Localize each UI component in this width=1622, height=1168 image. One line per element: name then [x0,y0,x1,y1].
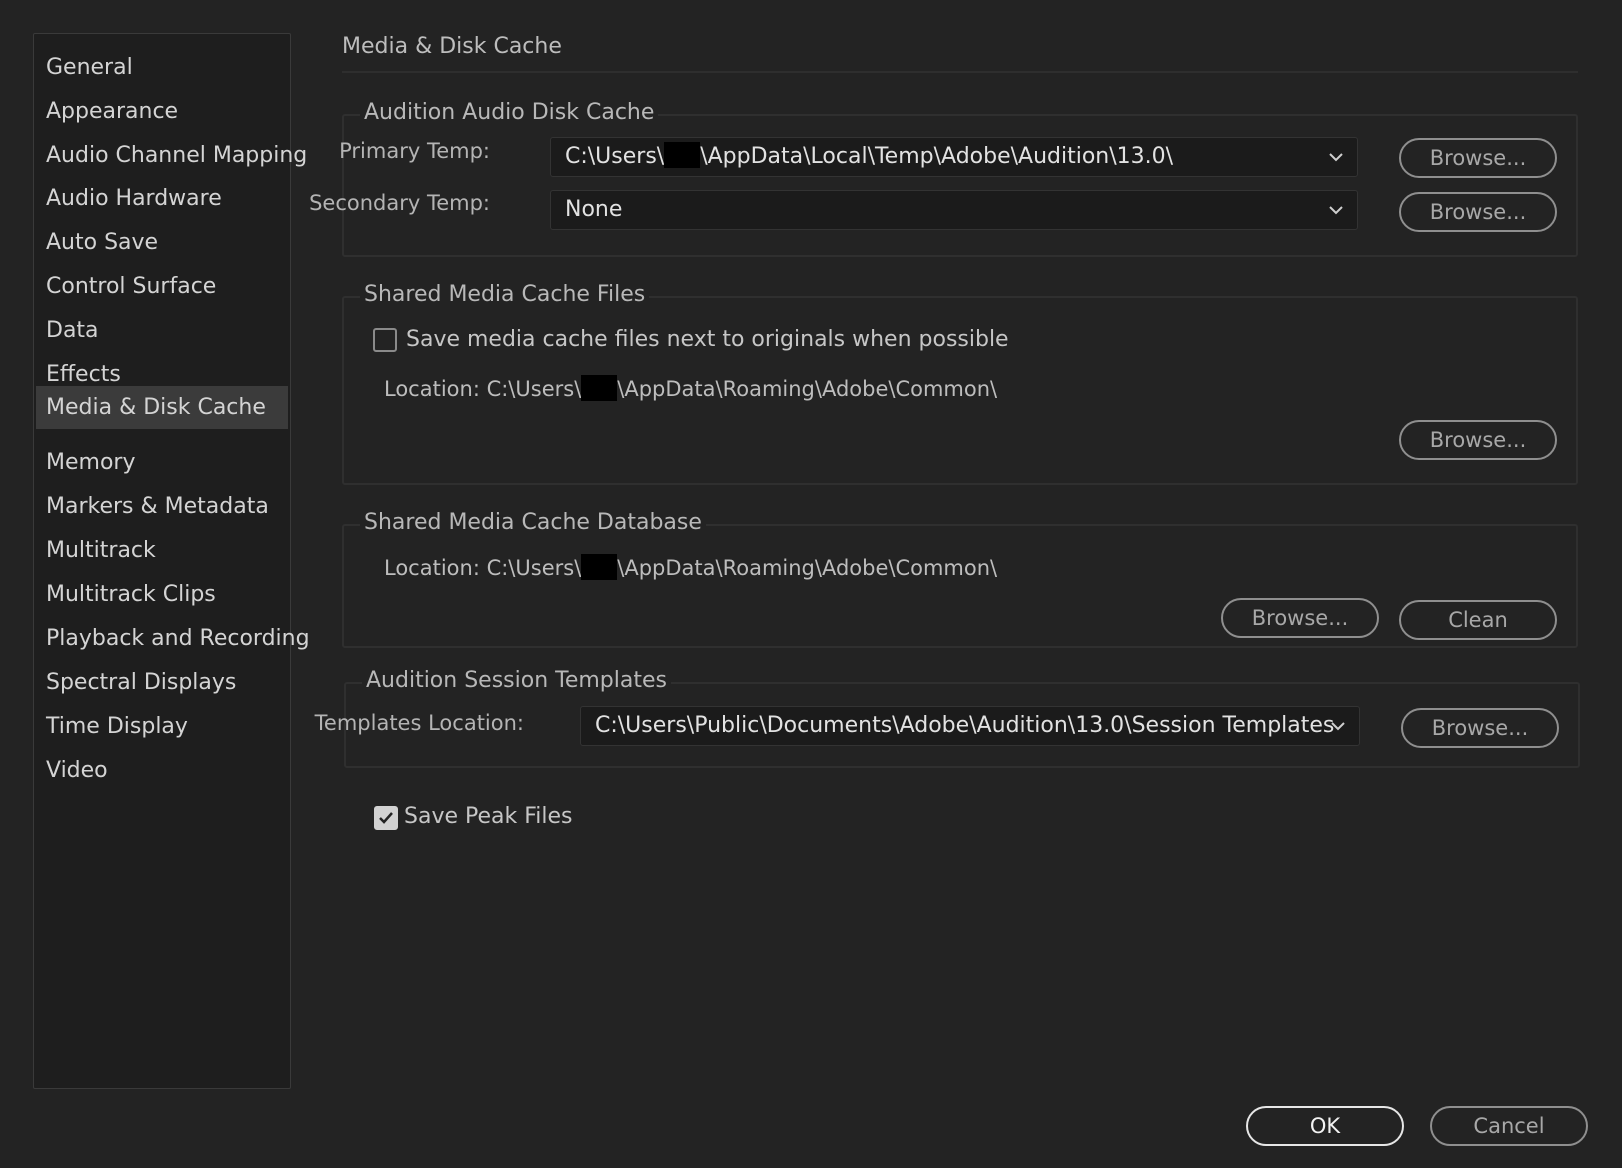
redacted-username [664,142,701,168]
sidebar-item-multitrack-clips[interactable]: Multitrack Clips [36,573,288,616]
templates-location-value: C:\Users\Public\Documents\Adobe\Audition… [595,713,1335,738]
clean-button[interactable]: Clean [1399,600,1557,640]
sidebar-item-media-disk-cache[interactable]: Media & Disk Cache [36,386,288,429]
templates-browse-button[interactable]: Browse... [1401,708,1559,748]
secondary-temp-dropdown[interactable]: None [550,190,1358,230]
sidebar-item-playback-recording[interactable]: Playback and Recording [36,617,310,660]
sidebar-item-time-display[interactable]: Time Display [36,705,288,748]
cancel-button[interactable]: Cancel [1430,1106,1588,1146]
cache-files-group-title: Shared Media Cache Files [360,282,650,307]
cache-files-location: Location: C:\Users\ \AppData\Roaming\Adob… [384,375,998,401]
templates-location-dropdown[interactable]: C:\Users\Public\Documents\Adobe\Audition… [580,706,1360,746]
save-next-to-originals-checkbox[interactable] [373,328,397,352]
redacted-username [581,375,618,401]
sidebar-item-control-surface[interactable]: Control Surface [36,265,288,308]
sidebar-item-appearance[interactable]: Appearance [36,90,288,133]
cache-db-location: Location: C:\Users\ \AppData\Roaming\Adob… [384,554,998,580]
primary-temp-dropdown[interactable]: C:\Users\ \AppData\Local\Temp\Adobe\Audit… [550,137,1358,177]
disk-cache-group: Audition Audio Disk Cache Primary Temp: … [309,100,1578,257]
templates-group: Audition Session Templates Templates Loc… [315,668,1580,768]
secondary-temp-value: None [565,197,623,222]
sidebar-item-audio-hardware[interactable]: Audio Hardware [36,177,288,220]
ok-button[interactable]: OK [1246,1106,1404,1146]
chevron-down-icon [1329,153,1343,162]
cache-db-group: Shared Media Cache Database Location: C:… [342,510,1578,648]
chevron-down-icon [1329,206,1343,215]
sidebar-item-general[interactable]: General [36,46,288,89]
cache-db-group-title: Shared Media Cache Database [360,510,706,535]
checkmark-icon [379,812,393,824]
sidebar-item-audio-channel-mapping[interactable]: Audio Channel Mapping [36,134,307,177]
templates-group-title: Audition Session Templates [362,668,671,693]
primary-temp-browse-button[interactable]: Browse... [1399,138,1557,178]
save-peak-files-checkbox[interactable] [374,806,398,830]
sidebar-item-markers-metadata[interactable]: Markers & Metadata [36,485,288,528]
cache-db-browse-button[interactable]: Browse... [1221,598,1379,638]
sidebar-item-video[interactable]: Video [36,749,288,792]
save-next-to-originals-label: Save media cache files next to originals… [406,327,1009,352]
save-peak-files-label: Save Peak Files [404,804,573,829]
cache-files-group: Shared Media Cache Files Save media cach… [342,282,1578,485]
secondary-temp-label: Secondary Temp: [309,191,490,215]
disk-cache-group-title: Audition Audio Disk Cache [360,100,659,125]
page-title: Media & Disk Cache [342,34,562,59]
chevron-down-icon [1331,722,1345,731]
redacted-username [581,554,618,580]
primary-temp-value: C:\Users\ \AppData\Local\Temp\Adobe\Audit… [565,142,1174,169]
cache-files-browse-button[interactable]: Browse... [1399,420,1557,460]
secondary-temp-browse-button[interactable]: Browse... [1399,192,1557,232]
primary-temp-label: Primary Temp: [339,139,490,163]
title-divider [342,71,1578,73]
sidebar-item-data[interactable]: Data [36,309,288,352]
sidebar-item-auto-save[interactable]: Auto Save [36,221,288,264]
sidebar-item-spectral-displays[interactable]: Spectral Displays [36,661,288,704]
sidebar-item-memory[interactable]: Memory [36,441,288,484]
sidebar-item-multitrack[interactable]: Multitrack [36,529,288,572]
preferences-sidebar: General Appearance Audio Channel Mapping… [33,33,310,1089]
templates-location-label: Templates Location: [314,711,524,735]
